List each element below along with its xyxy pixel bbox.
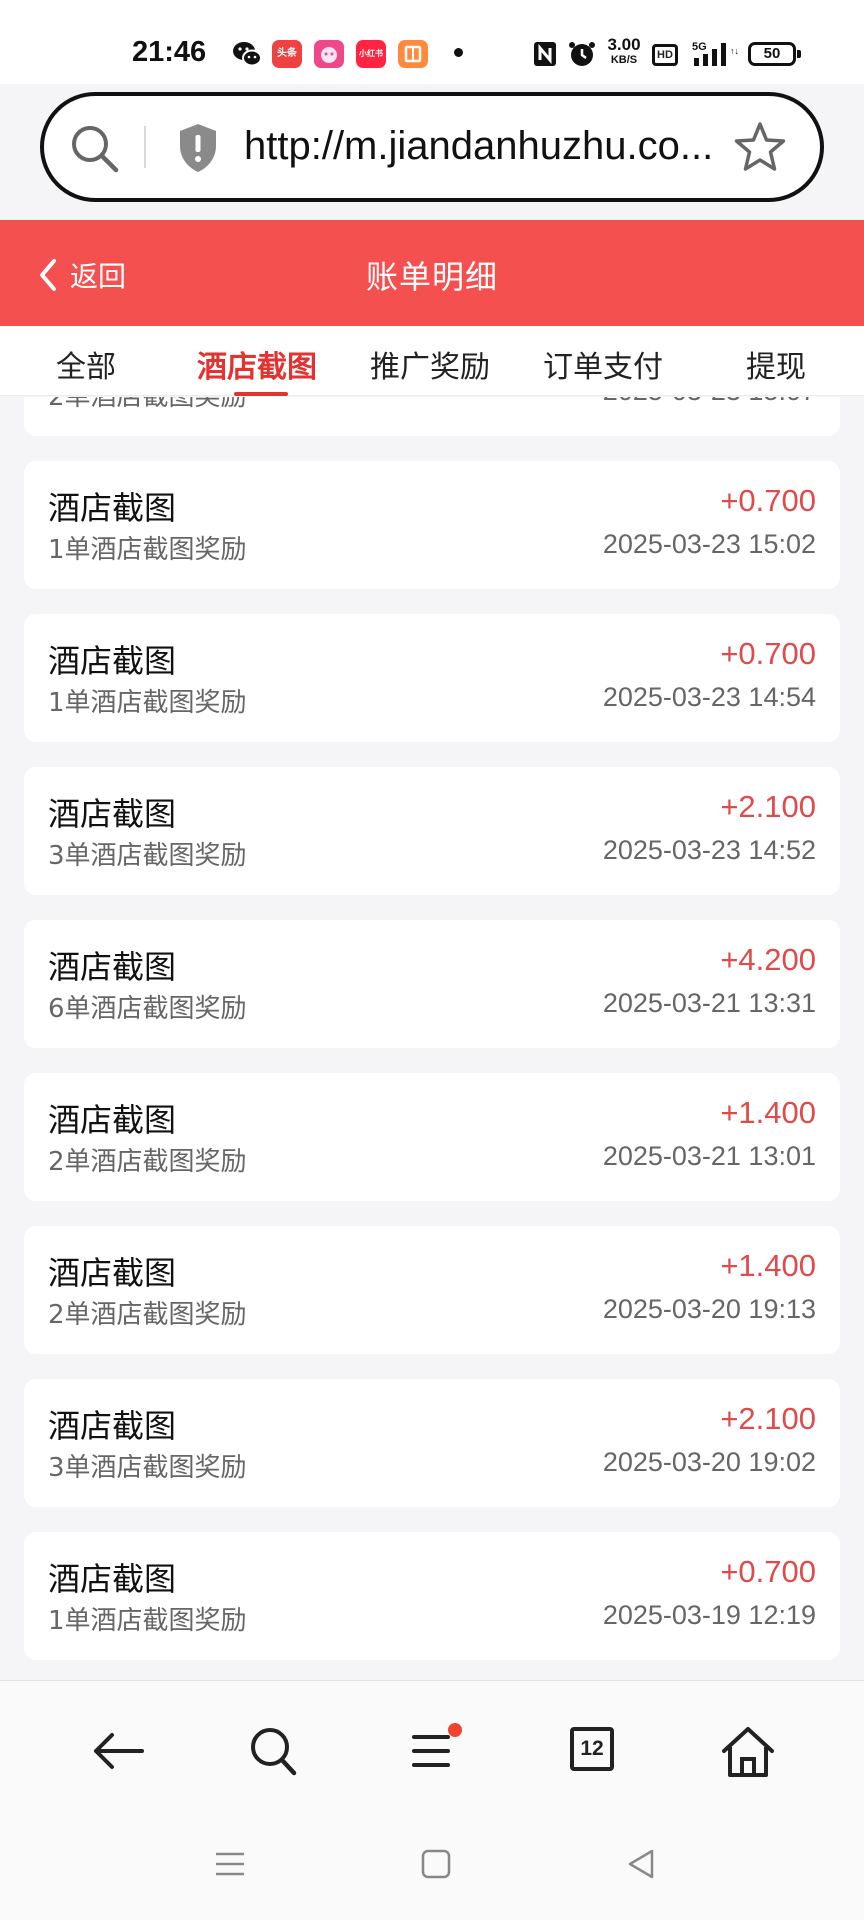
tab-hotel-screenshot[interactable]: 酒店截图 <box>197 342 317 386</box>
bill-title: 酒店截图 <box>48 489 177 527</box>
reader-icon <box>398 40 428 68</box>
bill-amount: +2.100 <box>720 1401 816 1436</box>
shield-icon[interactable] <box>176 122 220 174</box>
bill-title: 酒店截图 <box>48 1407 177 1445</box>
bill-description: 1单酒店截图奖励 <box>48 535 247 565</box>
network-type-label: 5G <box>692 41 707 53</box>
bill-amount: +4.200 <box>720 942 816 977</box>
bill-title: 酒店截图 <box>48 642 177 680</box>
home-square-icon[interactable] <box>418 1846 454 1882</box>
bill-amount: +1.400 <box>720 1248 816 1283</box>
search-icon[interactable] <box>68 122 122 176</box>
system-navigation-bar <box>0 1812 864 1920</box>
search-icon <box>251 1728 297 1776</box>
page-header: 返回 账单明细 <box>0 220 864 326</box>
bill-description: 1单酒店截图奖励 <box>48 1606 247 1636</box>
bill-item[interactable]: 酒店截图 3单酒店截图奖励 +2.100 2025-03-20 19:02 <box>24 1379 840 1507</box>
network-speed: 3.00 KB/S <box>607 35 641 66</box>
svg-text:↑↓: ↑↓ <box>730 46 738 56</box>
browser-home-button[interactable] <box>716 1723 780 1779</box>
tabs-button[interactable]: 12 <box>556 1723 620 1779</box>
tab-all[interactable]: 全部 <box>56 342 116 386</box>
toutiao-icon: 头条 <box>272 40 302 68</box>
home-icon <box>722 1727 774 1777</box>
bill-time: 2025-03-20 19:02 <box>602 1447 816 1477</box>
bill-item[interactable]: 酒店截图 1单酒店截图奖励 +0.700 2025-03-23 14:54 <box>24 614 840 742</box>
url-text[interactable]: http://m.jiandanhuzhu.co... <box>244 124 744 169</box>
filter-tabs: 全部 酒店截图 推广奖励 订单支付 提现 <box>0 326 864 396</box>
bill-amount: +0.700 <box>720 483 816 518</box>
bill-item[interactable]: 酒店截图 1单酒店截图奖励 +0.700 2025-03-19 12:19 <box>24 1532 840 1660</box>
signal-5g-icon: 5G ↑↓ <box>692 41 738 66</box>
status-time: 21:46 <box>132 36 207 68</box>
status-bar: 21:46 头条 小红书 3.00 KB/S HD 5G ↑↓ 50 <box>0 0 864 84</box>
bill-description: 2单酒店截图奖励 <box>48 1300 247 1330</box>
bill-item[interactable]: 酒店截图 6单酒店截图奖励 +4.200 2025-03-21 13:31 <box>24 920 840 1048</box>
bill-time: 2025-03-19 12:19 <box>602 1600 816 1630</box>
bill-time: 2025-03-23 15:07 <box>603 397 816 407</box>
address-bar[interactable]: http://m.jiandanhuzhu.co... <box>40 92 824 202</box>
page-title: 账单明细 <box>365 258 498 296</box>
nfc-icon <box>534 42 556 66</box>
bill-description: 2单酒店截图奖励 <box>48 1147 247 1177</box>
bill-description: 2单酒店截图奖励 <box>48 397 247 412</box>
bill-time: 2025-03-21 13:01 <box>602 1141 816 1171</box>
hd-badge: HD <box>652 44 678 66</box>
more-notifications-dot <box>454 48 463 57</box>
bookmark-star-icon[interactable] <box>732 120 788 176</box>
active-tab-indicator <box>234 392 288 396</box>
menu-notification-dot <box>448 1723 462 1737</box>
bill-item[interactable]: 酒店截图2单酒店截图奖励+1.4002025-03-23 15:07 <box>24 397 840 436</box>
alarm-icon <box>569 42 595 66</box>
recent-apps-icon[interactable] <box>212 1846 248 1882</box>
bill-title: 酒店截图 <box>48 1560 177 1598</box>
browser-back-button[interactable] <box>86 1723 150 1779</box>
tab-withdraw[interactable]: 提现 <box>746 342 806 386</box>
bill-amount: +1.400 <box>720 1095 816 1130</box>
bill-time: 2025-03-23 14:54 <box>602 682 816 712</box>
xiaohongshu-icon: 小红书 <box>356 40 386 68</box>
bill-description: 3单酒店截图奖励 <box>48 841 247 871</box>
tab-order-payment[interactable]: 订单支付 <box>543 342 663 386</box>
bill-amount: +0.700 <box>720 636 816 671</box>
browser-search-button[interactable] <box>242 1723 306 1779</box>
tab-count: 12 <box>570 1727 614 1771</box>
bill-time: 2025-03-21 13:31 <box>602 988 816 1018</box>
bill-item[interactable]: 酒店截图 1单酒店截图奖励 +0.700 2025-03-23 15:02 <box>24 461 840 589</box>
bill-time: 2025-03-23 15:02 <box>602 529 816 559</box>
tab-promotion-reward[interactable]: 推广奖励 <box>370 342 490 386</box>
wechat-icon <box>233 42 262 67</box>
bill-title: 酒店截图 <box>48 1254 177 1292</box>
bill-list[interactable]: 酒店截图2单酒店截图奖励+1.4002025-03-23 15:07酒店截图1单… <box>0 397 864 1680</box>
browser-menu-button[interactable] <box>400 1723 464 1779</box>
bill-title: 酒店截图 <box>48 948 177 986</box>
bill-item[interactable]: 酒店截图 2单酒店截图奖励 +1.400 2025-03-20 19:13 <box>24 1226 840 1354</box>
bill-time: 2025-03-23 14:52 <box>602 835 816 865</box>
back-triangle-icon[interactable] <box>624 1846 660 1882</box>
app-icon <box>314 40 344 68</box>
address-divider <box>144 126 146 168</box>
bill-description: 6单酒店截图奖励 <box>48 994 247 1024</box>
bill-item[interactable]: 酒店截图 2单酒店截图奖励 +1.400 2025-03-21 13:01 <box>24 1073 840 1201</box>
bill-title: 酒店截图 <box>48 1101 177 1139</box>
arrow-left-icon <box>94 1733 144 1769</box>
bill-title: 酒店截图 <box>48 795 177 833</box>
battery-indicator: 50 <box>748 42 801 66</box>
bill-item[interactable]: 酒店截图 3单酒店截图奖励 +2.100 2025-03-23 14:52 <box>24 767 840 895</box>
browser-toolbar: 12 <box>0 1680 864 1812</box>
bill-description: 3单酒店截图奖励 <box>48 1453 247 1483</box>
bill-amount: +2.100 <box>720 789 816 824</box>
bill-description: 1单酒店截图奖励 <box>48 688 247 718</box>
bill-time: 2025-03-20 19:13 <box>602 1294 816 1324</box>
bill-amount: +0.700 <box>720 1554 816 1589</box>
